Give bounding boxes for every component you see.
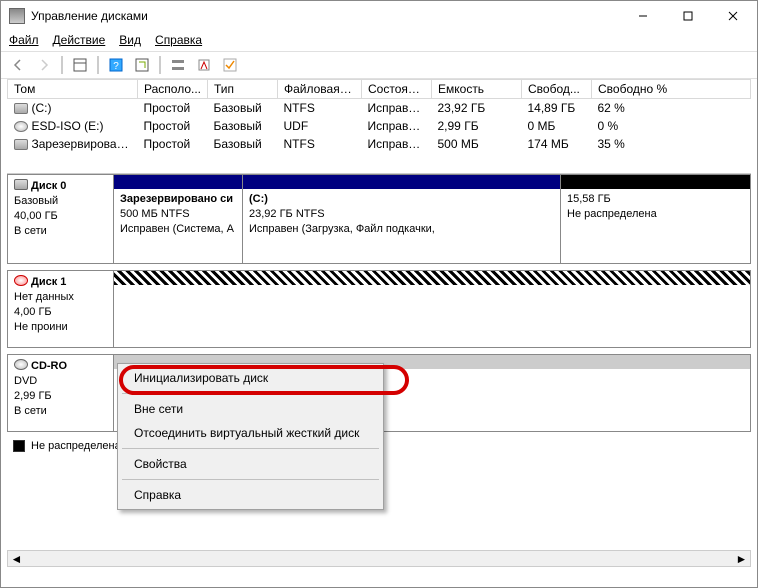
svg-text:?: ? [113, 61, 119, 72]
separator-icon [159, 56, 161, 74]
drive-icon [14, 139, 28, 150]
col-free[interactable]: Свобод... [522, 80, 592, 99]
disk-info-cdrom: CD-RO DVD 2,99 ГБ В сети [8, 355, 114, 431]
legend-label-unallocated: Не распределена [31, 440, 121, 452]
disk-management-window: Управление дисками Файл Действие Вид Спр… [0, 0, 758, 588]
horizontal-scrollbar[interactable]: ◄ ► [7, 550, 751, 567]
partition-unallocated[interactable]: 15,58 ГБНе распределена [560, 175, 750, 263]
menu-initialize-disk[interactable]: Инициализировать диск [120, 366, 381, 390]
back-button[interactable] [7, 54, 29, 76]
maximize-button[interactable] [665, 2, 710, 30]
col-volume[interactable]: Том [8, 80, 138, 99]
list-view-button[interactable] [167, 54, 189, 76]
table-row[interactable]: (C:) ПростойБазовыйNTFS Исправен...23,92… [8, 99, 751, 118]
menu-properties[interactable]: Свойства [120, 452, 381, 476]
disk-icon [14, 179, 28, 190]
menu-separator [122, 393, 379, 394]
checkmark-button[interactable] [219, 54, 241, 76]
help-button[interactable]: ? [105, 54, 127, 76]
close-button[interactable] [710, 2, 755, 30]
cd-icon [14, 121, 28, 132]
menu-detach-vhd[interactable]: Отсоединить виртуальный жесткий диск [120, 421, 381, 445]
separator-icon [61, 56, 63, 74]
col-freepct[interactable]: Свободно % [592, 80, 751, 99]
partition-uninitialized[interactable] [114, 271, 750, 347]
separator-icon [97, 56, 99, 74]
drive-icon [14, 103, 28, 114]
warning-disk-icon [14, 275, 28, 286]
context-menu: Инициализировать диск Вне сети Отсоедини… [117, 363, 384, 510]
toolbar: ? [1, 51, 757, 79]
menu-view[interactable]: Вид [119, 33, 141, 47]
titlebar: Управление дисками [1, 1, 757, 31]
col-type[interactable]: Тип [208, 80, 278, 99]
disk-info-0: Диск 0 Базовый 40,00 ГБ В сети [8, 175, 114, 263]
legend-swatch-unallocated [13, 440, 25, 452]
col-capacity[interactable]: Емкость [432, 80, 522, 99]
disk-info-1: Диск 1 Нет данных 4,00 ГБ Не проини [8, 271, 114, 347]
col-state[interactable]: Состояние [362, 80, 432, 99]
menu-help[interactable]: Справка [155, 33, 202, 47]
menu-offline[interactable]: Вне сети [120, 397, 381, 421]
partition-c[interactable]: (C:)23,92 ГБ NTFSИсправен (Загрузка, Фай… [242, 175, 560, 263]
menu-file[interactable]: Файл [9, 33, 39, 47]
disk-row-0[interactable]: Диск 0 Базовый 40,00 ГБ В сети Зарезерви… [7, 174, 751, 264]
col-layout[interactable]: Располо... [138, 80, 208, 99]
table-row[interactable]: Зарезервировано... ПростойБазовыйNTFS Ис… [8, 135, 751, 153]
window-title: Управление дисками [31, 9, 620, 23]
disk-row-1[interactable]: Диск 1 Нет данных 4,00 ГБ Не проини [7, 270, 751, 348]
col-fs[interactable]: Файловая с... [278, 80, 362, 99]
forward-button[interactable] [33, 54, 55, 76]
menu-help[interactable]: Справка [120, 483, 381, 507]
table-header-row: Том Располо... Тип Файловая с... Состоян… [8, 80, 751, 99]
menu-separator [122, 479, 379, 480]
scroll-right-icon[interactable]: ► [733, 551, 750, 566]
minimize-button[interactable] [620, 2, 665, 30]
scroll-left-icon[interactable]: ◄ [8, 551, 25, 566]
menu-separator [122, 448, 379, 449]
properties-button[interactable] [69, 54, 91, 76]
app-icon [9, 8, 25, 24]
menu-action[interactable]: Действие [53, 33, 106, 47]
cdrom-icon [14, 359, 28, 370]
partition-reserved[interactable]: Зарезервировано си500 МБ NTFSИсправен (С… [114, 175, 242, 263]
settings-button[interactable] [193, 54, 215, 76]
table-row[interactable]: ESD-ISO (E:) ПростойБазовыйUDF Исправен.… [8, 117, 751, 135]
volume-table: Том Располо... Тип Файловая с... Состоян… [7, 79, 751, 153]
menubar: Файл Действие Вид Справка [1, 31, 757, 51]
refresh-button[interactable] [131, 54, 153, 76]
